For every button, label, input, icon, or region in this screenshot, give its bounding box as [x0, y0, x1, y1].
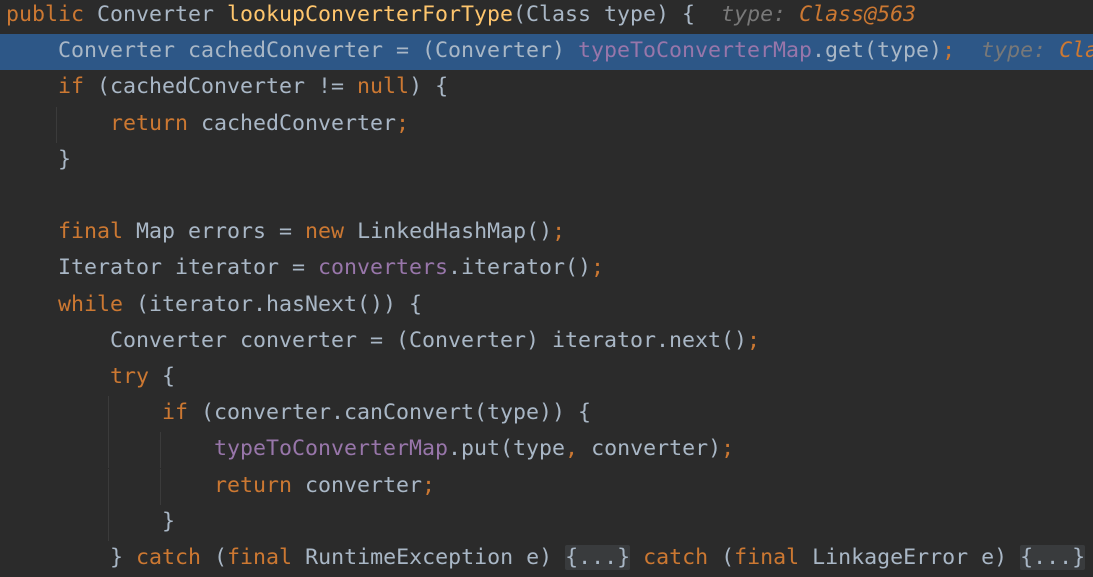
code-token: catch [643, 545, 709, 570]
code-line[interactable]: if (converter.canConvert(type)) { [0, 396, 1093, 433]
code-token: return [110, 110, 189, 136]
code-token: Map errors = [123, 219, 306, 245]
code-line[interactable]: } catch (final RuntimeException e) {...}… [0, 541, 1093, 577]
code-token: final [734, 545, 800, 570]
code-text: if (cachedConverter != null) { [6, 70, 448, 104]
code-text: Converter converter = (Converter) iterat… [6, 324, 760, 358]
code-text: if (converter.canConvert(type)) { [6, 396, 591, 430]
code-line[interactable]: } [0, 143, 1093, 179]
code-token: if [162, 400, 189, 426]
code-token: return [214, 472, 293, 498]
code-text: return cachedConverter; [6, 107, 409, 141]
code-token: ; [942, 38, 956, 64]
code-text: try { [6, 360, 175, 394]
code-line-current[interactable]: Converter cachedConverter = (Converter) … [0, 34, 1093, 71]
code-editor[interactable]: public Converter lookupConverterForType(… [0, 0, 1093, 577]
code-token: final [58, 219, 124, 245]
inline-hint-value: Cla [1059, 38, 1093, 64]
code-token: ; [552, 219, 566, 245]
code-token: converter) [578, 436, 722, 462]
code-text: final Map errors = new LinkedHashMap(); [6, 215, 565, 249]
code-token: ; [747, 327, 761, 353]
code-token: RuntimeException e) [292, 545, 566, 570]
code-token: } [6, 545, 137, 570]
code-line[interactable]: return cachedConverter; [0, 106, 1093, 143]
code-token: } [6, 508, 176, 534]
code-token: (iterator.hasNext()) { [123, 291, 423, 317]
code-token: converters [318, 255, 449, 281]
code-token: ; [721, 436, 735, 462]
code-token: try [110, 364, 150, 389]
code-token: converter [292, 472, 423, 498]
code-token: typeToConverterMap [578, 38, 813, 64]
code-token: (Class type) { [513, 2, 722, 27]
code-token: Iterator iterator = [6, 255, 319, 281]
inline-hint-label: type: [721, 2, 800, 27]
folded-code-block[interactable]: {...} [1020, 545, 1086, 570]
code-token: Converter converter = (Converter) iterat… [6, 327, 748, 353]
code-line[interactable]: public Converter lookupConverterForType(… [0, 0, 1093, 34]
code-text: public Converter lookupConverterForType(… [6, 0, 916, 32]
code-line[interactable]: Iterator iterator = converters.iterator(… [0, 251, 1093, 287]
code-line[interactable]: try { [0, 360, 1093, 396]
code-token: ) { [409, 74, 449, 100]
code-text: Converter cachedConverter = (Converter) … [6, 34, 1093, 68]
code-token: ( [708, 545, 735, 570]
code-line[interactable]: while (iterator.hasNext()) { [0, 288, 1093, 324]
code-token: cachedConverter [188, 110, 397, 136]
code-token: ; [422, 472, 436, 498]
code-token: catch [136, 545, 202, 570]
code-line[interactable] [0, 179, 1093, 215]
code-text: return converter; [6, 469, 435, 503]
code-text: } [6, 143, 71, 177]
code-token: .iterator() [448, 255, 592, 281]
code-token: ; [591, 255, 605, 281]
inline-hint-label: type: [981, 38, 1060, 64]
code-token: Converter cachedConverter = (Converter) [6, 38, 579, 64]
code-line[interactable]: } [0, 504, 1093, 541]
inline-hint-value: Class@563 [799, 2, 917, 27]
code-token: (converter.canConvert(type)) { [188, 400, 592, 426]
code-text: } catch (final RuntimeException e) {...}… [6, 541, 1086, 575]
code-line[interactable]: Converter converter = (Converter) iterat… [0, 324, 1093, 360]
code-line[interactable]: typeToConverterMap.put(type, converter); [0, 432, 1093, 469]
code-token: LinkedHashMap() [344, 219, 553, 245]
code-line[interactable]: final Map errors = new LinkedHashMap(); [0, 215, 1093, 251]
code-token: lookupConverterForType [227, 2, 514, 27]
code-token: LinkageError e) [799, 545, 1021, 570]
code-token: .get(type) [812, 38, 943, 64]
folded-code-block[interactable]: {...} [565, 545, 631, 570]
code-token: (cachedConverter != [84, 74, 358, 100]
code-token: } [6, 146, 72, 172]
code-line[interactable]: if (cachedConverter != null) { [0, 70, 1093, 106]
code-token: , [565, 436, 579, 462]
code-token: Converter [97, 2, 228, 27]
code-token: final [227, 545, 293, 570]
code-token: typeToConverterMap [214, 436, 449, 462]
code-line[interactable]: return converter; [0, 468, 1093, 505]
code-token: ; [396, 110, 410, 136]
code-text: while (iterator.hasNext()) { [6, 288, 422, 322]
code-token: .put(type [448, 436, 566, 462]
code-token: null [357, 74, 410, 100]
code-text: typeToConverterMap.put(type, converter); [6, 432, 734, 466]
code-token: while [58, 291, 124, 317]
code-text: Iterator iterator = converters.iterator(… [6, 251, 604, 285]
code-text: } [6, 505, 175, 539]
code-token: ( [201, 545, 228, 570]
code-token: if [58, 74, 85, 100]
code-token: { [149, 364, 176, 389]
code-token: public [6, 2, 98, 27]
code-token: new [305, 219, 345, 245]
